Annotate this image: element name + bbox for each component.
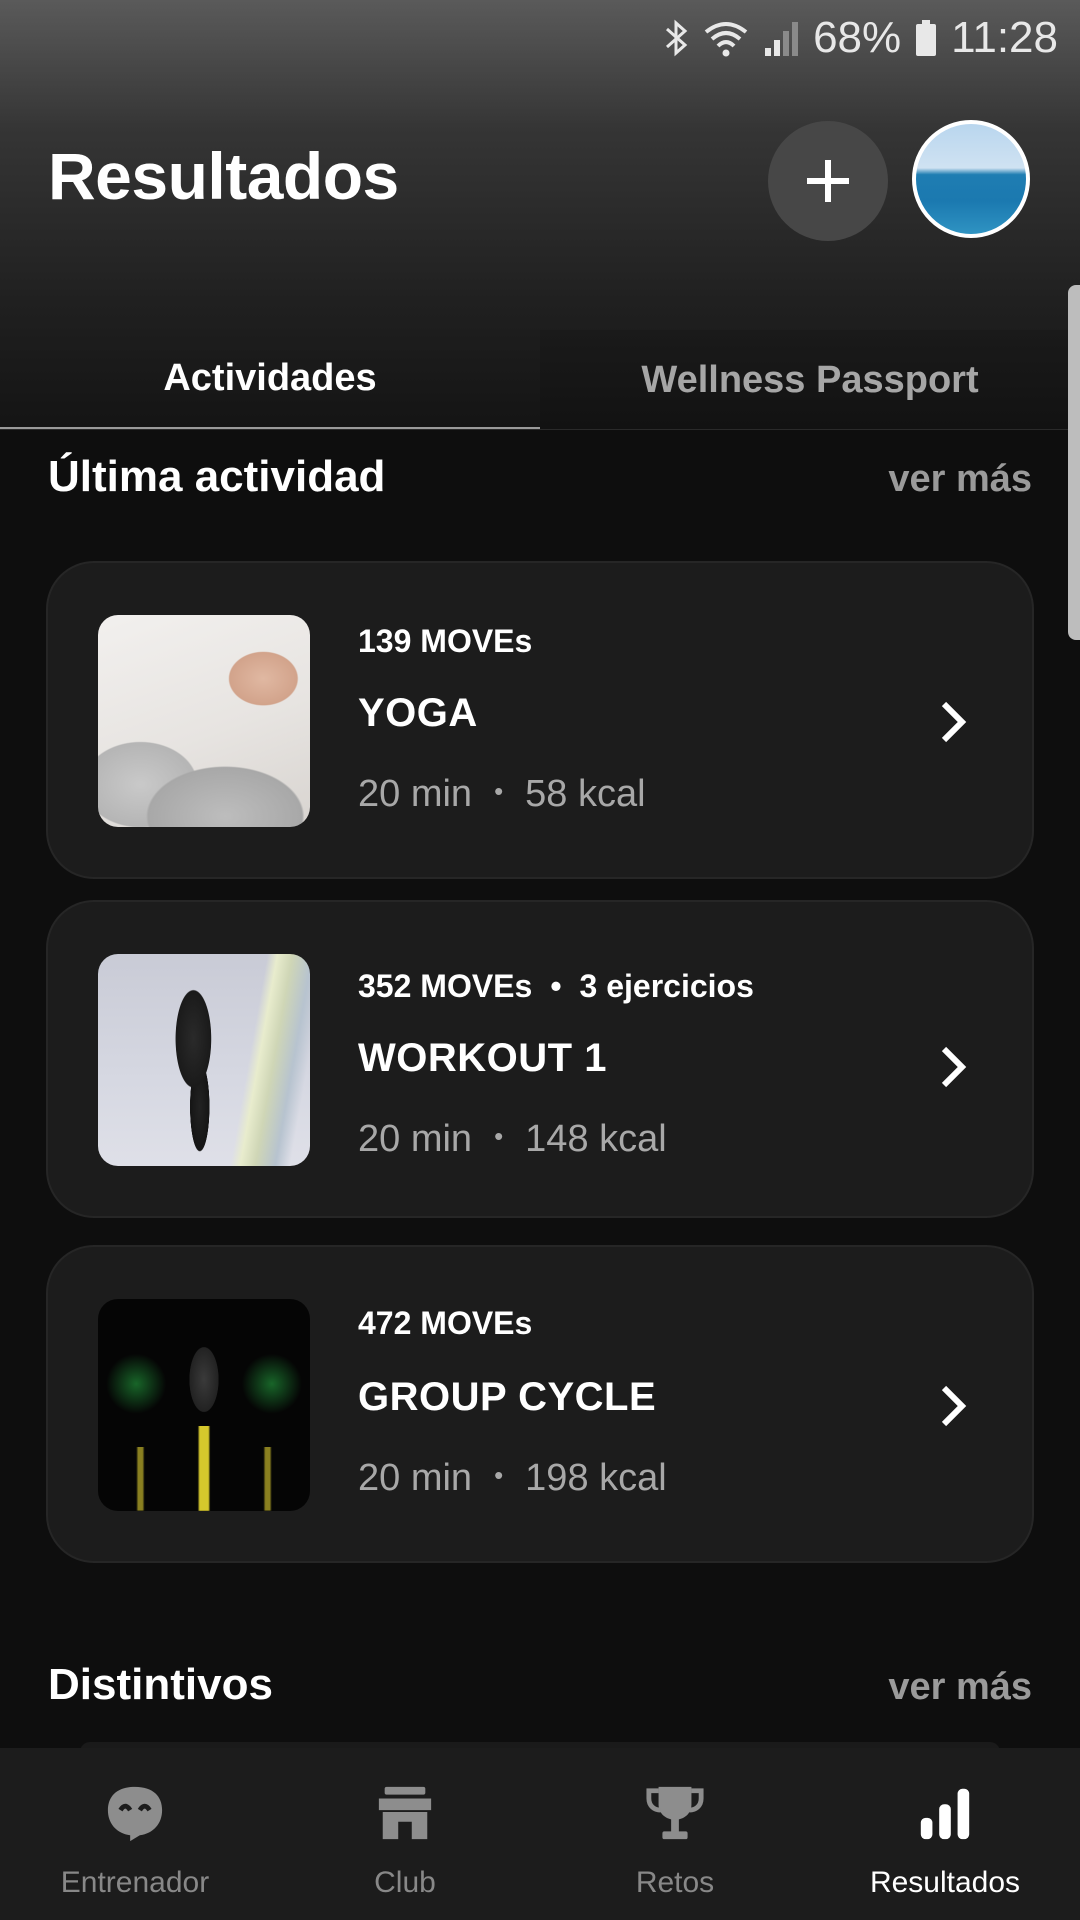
- separator-dot: •: [494, 1460, 504, 1490]
- activity-card-group-cycle[interactable]: 472 MOVEs GROUP CYCLE 20 min • 198 kcal: [46, 1245, 1034, 1563]
- separator-dot: •: [494, 1121, 504, 1151]
- battery-icon: [916, 20, 937, 56]
- separator-dot: •: [494, 776, 504, 806]
- activity-thumbnail: [98, 954, 310, 1166]
- nav-item-club[interactable]: Club: [270, 1748, 540, 1920]
- page-title: Resultados: [48, 139, 399, 213]
- clock: 11:28: [951, 13, 1058, 62]
- activity-name: GROUP CYCLE: [358, 1375, 657, 1419]
- section-title-latest: Última actividad: [48, 452, 386, 501]
- plus-icon: [807, 160, 849, 202]
- avatar[interactable]: [912, 120, 1030, 238]
- tab-wellness-passport[interactable]: Wellness Passport: [540, 330, 1080, 430]
- battery-percent: 68%: [813, 13, 902, 62]
- nav-label: Resultados: [869, 1866, 1021, 1899]
- add-button[interactable]: [768, 121, 888, 241]
- bottom-navigation: Entrenador Club Retos Resultados: [0, 1748, 1080, 1920]
- see-more-badges-link[interactable]: ver más: [888, 1666, 1032, 1709]
- nav-label: Club: [374, 1866, 436, 1899]
- wifi-icon: [704, 22, 748, 57]
- scrollbar[interactable]: [1068, 285, 1080, 640]
- activity-thumbnail: [98, 1299, 310, 1511]
- trophy-icon: [645, 1782, 705, 1844]
- bluetooth-icon: [666, 19, 688, 57]
- tab-divider: [0, 429, 1080, 430]
- activity-name: WORKOUT 1: [358, 1036, 607, 1080]
- chevron-right-icon: [941, 1385, 967, 1427]
- activity-stats: 20 min • 58 kcal: [358, 773, 646, 816]
- activity-name: YOGA: [358, 691, 478, 735]
- separator-dot: •: [550, 968, 562, 1004]
- tab-actividades[interactable]: Actividades: [0, 330, 540, 430]
- chevron-right-icon: [941, 701, 967, 743]
- activity-moves: 472 MOVEs: [358, 1305, 532, 1342]
- see-more-latest-link[interactable]: ver más: [888, 458, 1032, 501]
- tab-bar: Actividades Wellness Passport: [0, 330, 1080, 430]
- activity-stats: 20 min • 198 kcal: [358, 1457, 667, 1500]
- activity-thumbnail: [98, 615, 310, 827]
- nav-label: Retos: [635, 1866, 715, 1899]
- signal-icon: [765, 22, 799, 56]
- activity-kcal: 58 kcal: [525, 773, 646, 815]
- section-title-badges: Distintivos: [48, 1660, 273, 1709]
- exercise-count: 3 ejercicios: [579, 968, 754, 1004]
- storefront-icon: [375, 1782, 435, 1844]
- moves-count: 352 MOVEs: [358, 968, 533, 1004]
- moves-count: 139 MOVEs: [358, 623, 533, 659]
- nav-item-resultados[interactable]: Resultados: [810, 1748, 1080, 1920]
- activity-kcal: 198 kcal: [525, 1457, 667, 1499]
- activity-duration: 20 min: [358, 1457, 473, 1499]
- activity-card-workout[interactable]: 352 MOVEs • 3 ejercicios WORKOUT 1 20 min •…: [46, 900, 1034, 1218]
- nav-item-retos[interactable]: Retos: [540, 1748, 810, 1920]
- status-bar: 68% 11:28: [663, 0, 1058, 76]
- activity-stats: 20 min • 148 kcal: [358, 1118, 667, 1161]
- activity-duration: 20 min: [358, 773, 473, 815]
- activity-kcal: 148 kcal: [525, 1118, 667, 1160]
- nav-item-entrenador[interactable]: Entrenador: [0, 1748, 270, 1920]
- nav-label: Entrenador: [60, 1866, 210, 1899]
- activity-moves: 139 MOVEs: [358, 623, 532, 660]
- bar-chart-icon: [915, 1782, 975, 1844]
- activity-duration: 20 min: [358, 1118, 473, 1160]
- coach-face-icon: [105, 1782, 165, 1844]
- activity-card-yoga[interactable]: 139 MOVEs YOGA 20 min • 58 kcal: [46, 561, 1034, 879]
- chevron-right-icon: [941, 1046, 967, 1088]
- moves-count: 472 MOVEs: [358, 1305, 533, 1341]
- activity-moves: 352 MOVEs • 3 ejercicios: [358, 968, 754, 1005]
